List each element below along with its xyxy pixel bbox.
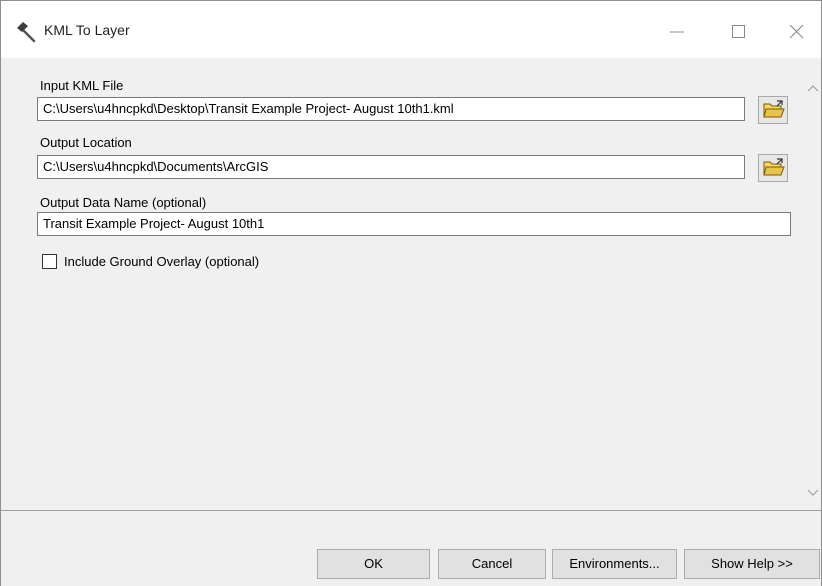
scroll-up-icon[interactable] [807,81,819,95]
minimize-button[interactable] [657,15,697,49]
output-location-label: Output Location [40,135,132,150]
cancel-button[interactable]: Cancel [438,549,546,579]
input-kml-label: Input KML File [40,78,124,93]
maximize-button[interactable] [719,15,759,49]
output-location-field[interactable]: C:\Users\u4hncpkd\Documents\ArcGIS [37,155,745,179]
kml-to-layer-window: KML To Layer Input KML File C:\Users\u4h… [0,0,822,586]
ok-button[interactable]: OK [317,549,430,579]
browse-output-location-button[interactable] [758,154,788,182]
title-bar[interactable]: KML To Layer [1,1,821,58]
open-folder-icon [763,158,785,176]
environments-button[interactable]: Environments... [552,549,677,579]
close-button[interactable] [777,15,817,49]
hammer-icon [15,21,37,43]
output-data-name-label: Output Data Name (optional) [40,195,207,210]
tool-parameters-panel: Input KML File C:\Users\u4hncpkd\Desktop… [1,58,821,510]
window-title: KML To Layer [44,22,130,38]
minimize-icon [670,31,684,33]
show-help-button[interactable]: Show Help >> [684,549,820,579]
scroll-down-icon[interactable] [807,486,819,500]
open-folder-icon [763,100,785,118]
browse-input-kml-button[interactable] [758,96,788,124]
ground-overlay-checkbox[interactable] [42,254,57,269]
output-data-name-field[interactable]: Transit Example Project- August 10th1 [37,212,791,236]
maximize-icon [732,25,745,38]
dialog-footer: OK Cancel Environments... Show Help >> [1,510,821,586]
close-icon [789,25,804,39]
ground-overlay-label: Include Ground Overlay (optional) [64,254,260,269]
input-kml-field[interactable]: C:\Users\u4hncpkd\Desktop\Transit Exampl… [37,97,745,121]
